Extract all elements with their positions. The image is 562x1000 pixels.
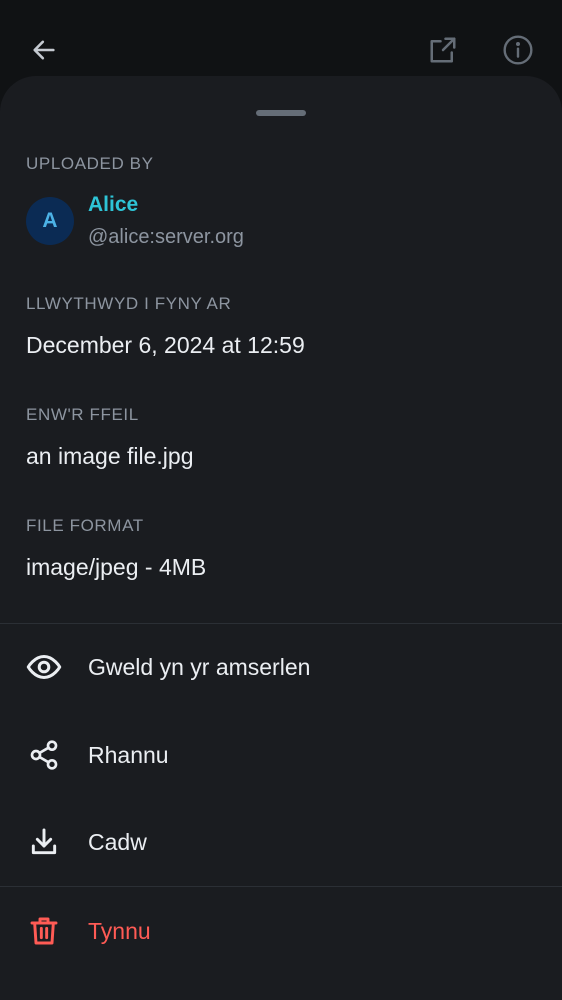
uploader-name: Alice <box>88 193 139 216</box>
avatar: A <box>26 197 74 245</box>
trash-icon <box>24 911 64 951</box>
share-label: Rhannu <box>88 741 169 768</box>
media-details-bottom-sheet: UPLOADED BY A Alice @alice:server.org LL… <box>0 76 562 1000</box>
uploaded-on-value: December 6, 2024 at 12:59 <box>26 332 305 358</box>
uploaded-on-label: LLWYTHWYD I FYNY AR <box>26 294 232 313</box>
open-external-icon[interactable] <box>423 30 463 70</box>
divider <box>0 886 562 887</box>
view-in-timeline-button[interactable]: Gweld yn yr amserlen <box>0 624 562 710</box>
file-name-label: ENW'R FFEIL <box>26 405 139 424</box>
eye-icon <box>24 647 64 687</box>
info-icon[interactable] <box>498 30 538 70</box>
share-button[interactable]: Rhannu <box>0 712 562 798</box>
remove-button[interactable]: Tynnu <box>0 888 562 974</box>
save-button[interactable]: Cadw <box>0 799 562 885</box>
download-icon <box>24 822 64 862</box>
uploaded-by-label: UPLOADED BY <box>26 154 154 173</box>
file-name-value: an image file.jpg <box>26 443 194 469</box>
uploader-id: @alice:server.org <box>88 226 244 248</box>
drag-handle[interactable] <box>256 110 306 116</box>
remove-label: Tynnu <box>88 917 151 944</box>
save-label: Cadw <box>88 828 147 855</box>
file-format-label: FILE FORMAT <box>26 516 144 535</box>
file-format-value: image/jpeg - 4MB <box>26 554 207 580</box>
arrow-left-icon[interactable] <box>24 30 64 70</box>
view-in-timeline-label: Gweld yn yr amserlen <box>88 653 311 680</box>
share-icon <box>24 735 64 775</box>
